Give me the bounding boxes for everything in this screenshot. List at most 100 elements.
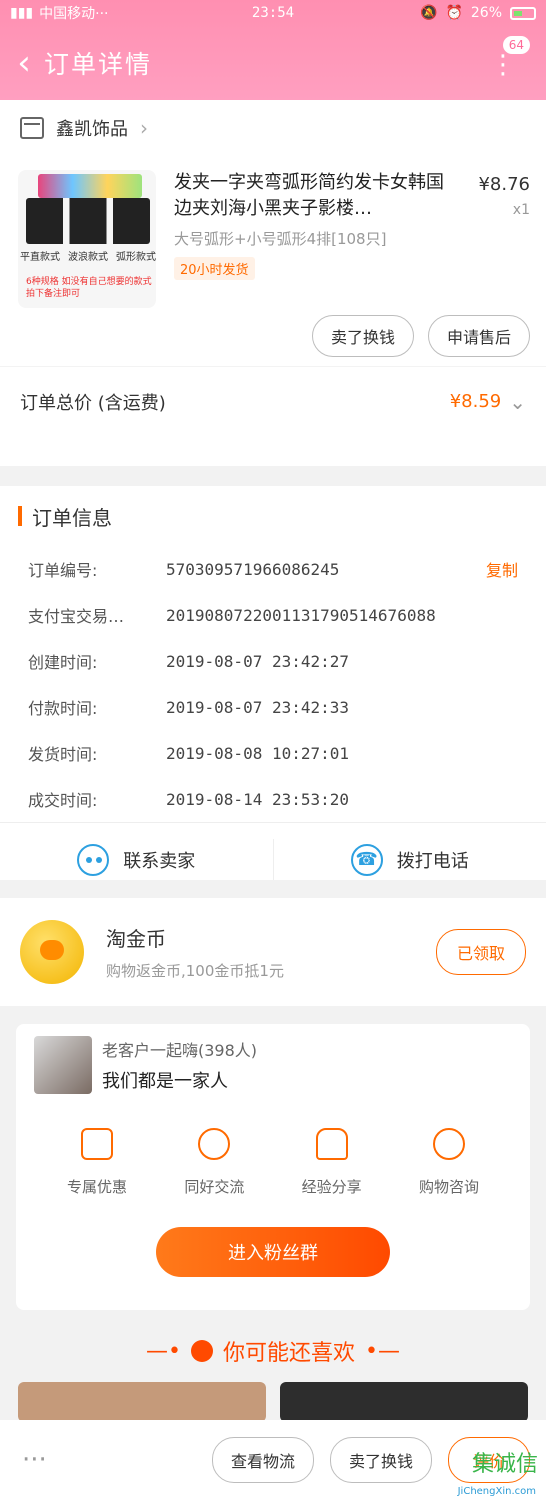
product-image-clips <box>26 198 150 244</box>
shipping-tag: 20小时发货 <box>174 257 255 280</box>
back-button[interactable]: ‹ <box>4 38 44 88</box>
ship-time-row: 发货时间: 2019-08-08 10:27:01 <box>0 730 546 776</box>
contact-seller-button[interactable]: 联系卖家 <box>0 823 273 896</box>
after-sale-button[interactable]: 申请售后 <box>427 315 530 357</box>
product-thumbnail[interactable]: 平直款式 波浪款式 弧形款式 6种规格 如没有自己想要的款式拍下备注即可 <box>18 170 156 308</box>
recommend-title: —• 你可能还喜欢 •— <box>0 1324 546 1378</box>
mute-icon: 🔕 <box>420 5 438 21</box>
total-label: 订单总价 (含运费) <box>20 392 166 414</box>
thumb-note: 6种规格 如没有自己想要的款式拍下备注即可 <box>26 277 152 299</box>
shop-row[interactable]: 鑫凯饰品 › <box>0 100 546 156</box>
more-dots-icon[interactable]: ··· <box>22 1445 47 1475</box>
perk-exchange[interactable]: 同好交流 <box>159 1128 269 1197</box>
coin-claimed-button[interactable]: 已领取 <box>435 929 526 975</box>
product-row[interactable]: 平直款式 波浪款式 弧形款式 6种规格 如没有自己想要的款式拍下备注即可 发夹一… <box>0 156 546 308</box>
contact-seller-label: 联系卖家 <box>123 850 196 872</box>
info-value: 2019-08-14 23:53:20 <box>166 789 350 809</box>
status-bar: ▮▮▮ 中国移动··· 23:54 🔕 ⏰ 26% <box>0 0 546 26</box>
coin-row: 淘金币 购物返金币,100金币抵1元 已领取 <box>0 898 546 1006</box>
perk-label: 经验分享 <box>301 1178 362 1196</box>
info-label: 创建时间: <box>28 653 98 672</box>
header: ▮▮▮ 中国移动··· 23:54 🔕 ⏰ 26% ‹ 订单详情 64 ⋮ <box>0 0 546 100</box>
more-icon: ⋮ <box>490 50 516 80</box>
coin-title: 淘金币 <box>106 927 166 951</box>
item-actions: 卖了换钱 申请售后 <box>0 306 546 366</box>
fans-card: 老客户一起嗨(398人) 我们都是一家人 专属优惠 同好交流 经验分享 购物咨询… <box>16 1024 530 1310</box>
deal-time-row: 成交时间: 2019-08-14 23:53:20 <box>0 776 546 822</box>
info-value: 2019-08-07 23:42:33 <box>166 697 350 717</box>
chat-icon <box>77 843 110 876</box>
left-ornament: —• <box>146 1338 181 1364</box>
copy-button[interactable]: 复制 <box>486 557 518 581</box>
product-info: 发夹一字夹弯弧形简约发卡女韩国边夹刘海小黑夹子影楼… 大号弧形+小号弧形4排[1… <box>174 170 454 292</box>
accent-bar <box>18 506 22 526</box>
chevron-left-icon: ‹ <box>17 43 31 83</box>
perk-label: 同好交流 <box>184 1178 245 1196</box>
users-icon <box>198 1128 231 1160</box>
battery-percent: 26% <box>470 5 502 21</box>
product-spec: 大号弧形+小号弧形4排[108只] <box>174 230 387 248</box>
coin-card: 淘金币 购物返金币,100金币抵1元 已领取 <box>0 898 546 1006</box>
alipay-row: 支付宝交易… 2019080722001131790514676088 <box>0 592 546 638</box>
status-time: 23:54 <box>251 5 295 21</box>
watermark-url: JiChengXin.com <box>457 1486 536 1497</box>
order-info-heading: 订单信息 <box>32 505 112 530</box>
watermark-logo: 集诚信 <box>471 1452 538 1477</box>
right-ornament: •— <box>365 1338 400 1364</box>
info-label: 订单编号: <box>28 561 98 580</box>
total-amount: ¥8.59 <box>449 391 502 412</box>
call-button[interactable]: ☎ 拨打电话 <box>274 823 546 896</box>
store-icon <box>20 117 44 139</box>
recommend-image[interactable] <box>280 1382 528 1422</box>
fans-wrap: 老客户一起嗨(398人) 我们都是一家人 专属优惠 同好交流 经验分享 购物咨询… <box>0 1024 546 1320</box>
fans-count: 老客户一起嗨(398人) <box>102 1041 258 1060</box>
heart-icon <box>190 1340 213 1362</box>
coin-icon <box>20 920 84 984</box>
alarm-icon: ⏰ <box>445 5 463 21</box>
coin-subtitle: 购物返金币,100金币抵1元 <box>106 962 284 980</box>
perk-share[interactable]: 经验分享 <box>277 1128 387 1197</box>
coin-text: 淘金币 购物返金币,100金币抵1元 <box>106 923 284 981</box>
product-qty: x1 <box>512 202 530 218</box>
more-button[interactable]: 64 ⋮ <box>490 36 530 88</box>
info-label: 支付宝交易… <box>28 607 125 626</box>
flower-icon <box>315 1128 348 1160</box>
total-row[interactable]: 订单总价 (含运费) ¥8.59 ⌄ <box>0 366 546 436</box>
order-number-row: 订单编号: 570309571966086245 复制 <box>0 546 546 592</box>
recommend-image[interactable] <box>18 1382 266 1422</box>
total-amount-wrap: ¥8.59 ⌄ <box>450 390 526 414</box>
phone-icon: ☎ <box>350 843 383 876</box>
logistics-button[interactable]: 查看物流 <box>211 1437 314 1483</box>
shop-name: 鑫凯饰品 <box>56 119 128 140</box>
carrier-text: 中国移动··· <box>39 6 109 22</box>
join-fans-button[interactable]: 进入粉丝群 <box>156 1227 390 1277</box>
exchange-button[interactable]: 卖了换钱 <box>311 315 414 357</box>
signal-icon: ▮▮▮ <box>10 5 34 21</box>
thumb-label: 弧形款式 <box>116 252 156 263</box>
battery-icon <box>510 6 536 20</box>
order-info-title: 订单信息 <box>0 486 546 546</box>
thumb-label: 平直款式 <box>20 252 60 263</box>
order-info-card: 订单信息 订单编号: 570309571966086245 复制 支付宝交易… … <box>0 486 546 880</box>
fans-text: 老客户一起嗨(398人) 我们都是一家人 <box>102 1037 257 1093</box>
perk-consult[interactable]: 购物咨询 <box>394 1128 504 1197</box>
exchange-button-bottom[interactable]: 卖了换钱 <box>329 1437 432 1483</box>
info-label: 发货时间: <box>28 745 98 764</box>
page-title: 订单详情 <box>44 50 153 79</box>
info-label: 成交时间: <box>28 791 98 810</box>
recommend-label: 你可能还喜欢 <box>222 1341 355 1366</box>
pay-time-row: 付款时间: 2019-08-07 23:42:33 <box>0 684 546 730</box>
product-image-top <box>38 174 142 198</box>
thumb-labels: 平直款式 波浪款式 弧形款式 <box>20 248 156 263</box>
info-value: 570309571966086245 <box>166 559 340 579</box>
fans-motto: 我们都是一家人 <box>102 1071 228 1092</box>
fans-avatar <box>34 1036 92 1094</box>
recommend-images <box>0 1382 546 1422</box>
thumb-label: 波浪款式 <box>68 252 108 263</box>
perks-row: 专属优惠 同好交流 经验分享 购物咨询 <box>34 1128 512 1197</box>
ticket-icon <box>81 1128 113 1160</box>
support-icon <box>432 1128 465 1160</box>
perk-label: 专属优惠 <box>66 1178 127 1196</box>
call-label: 拨打电话 <box>396 850 469 872</box>
perk-exclusive[interactable]: 专属优惠 <box>42 1128 152 1197</box>
